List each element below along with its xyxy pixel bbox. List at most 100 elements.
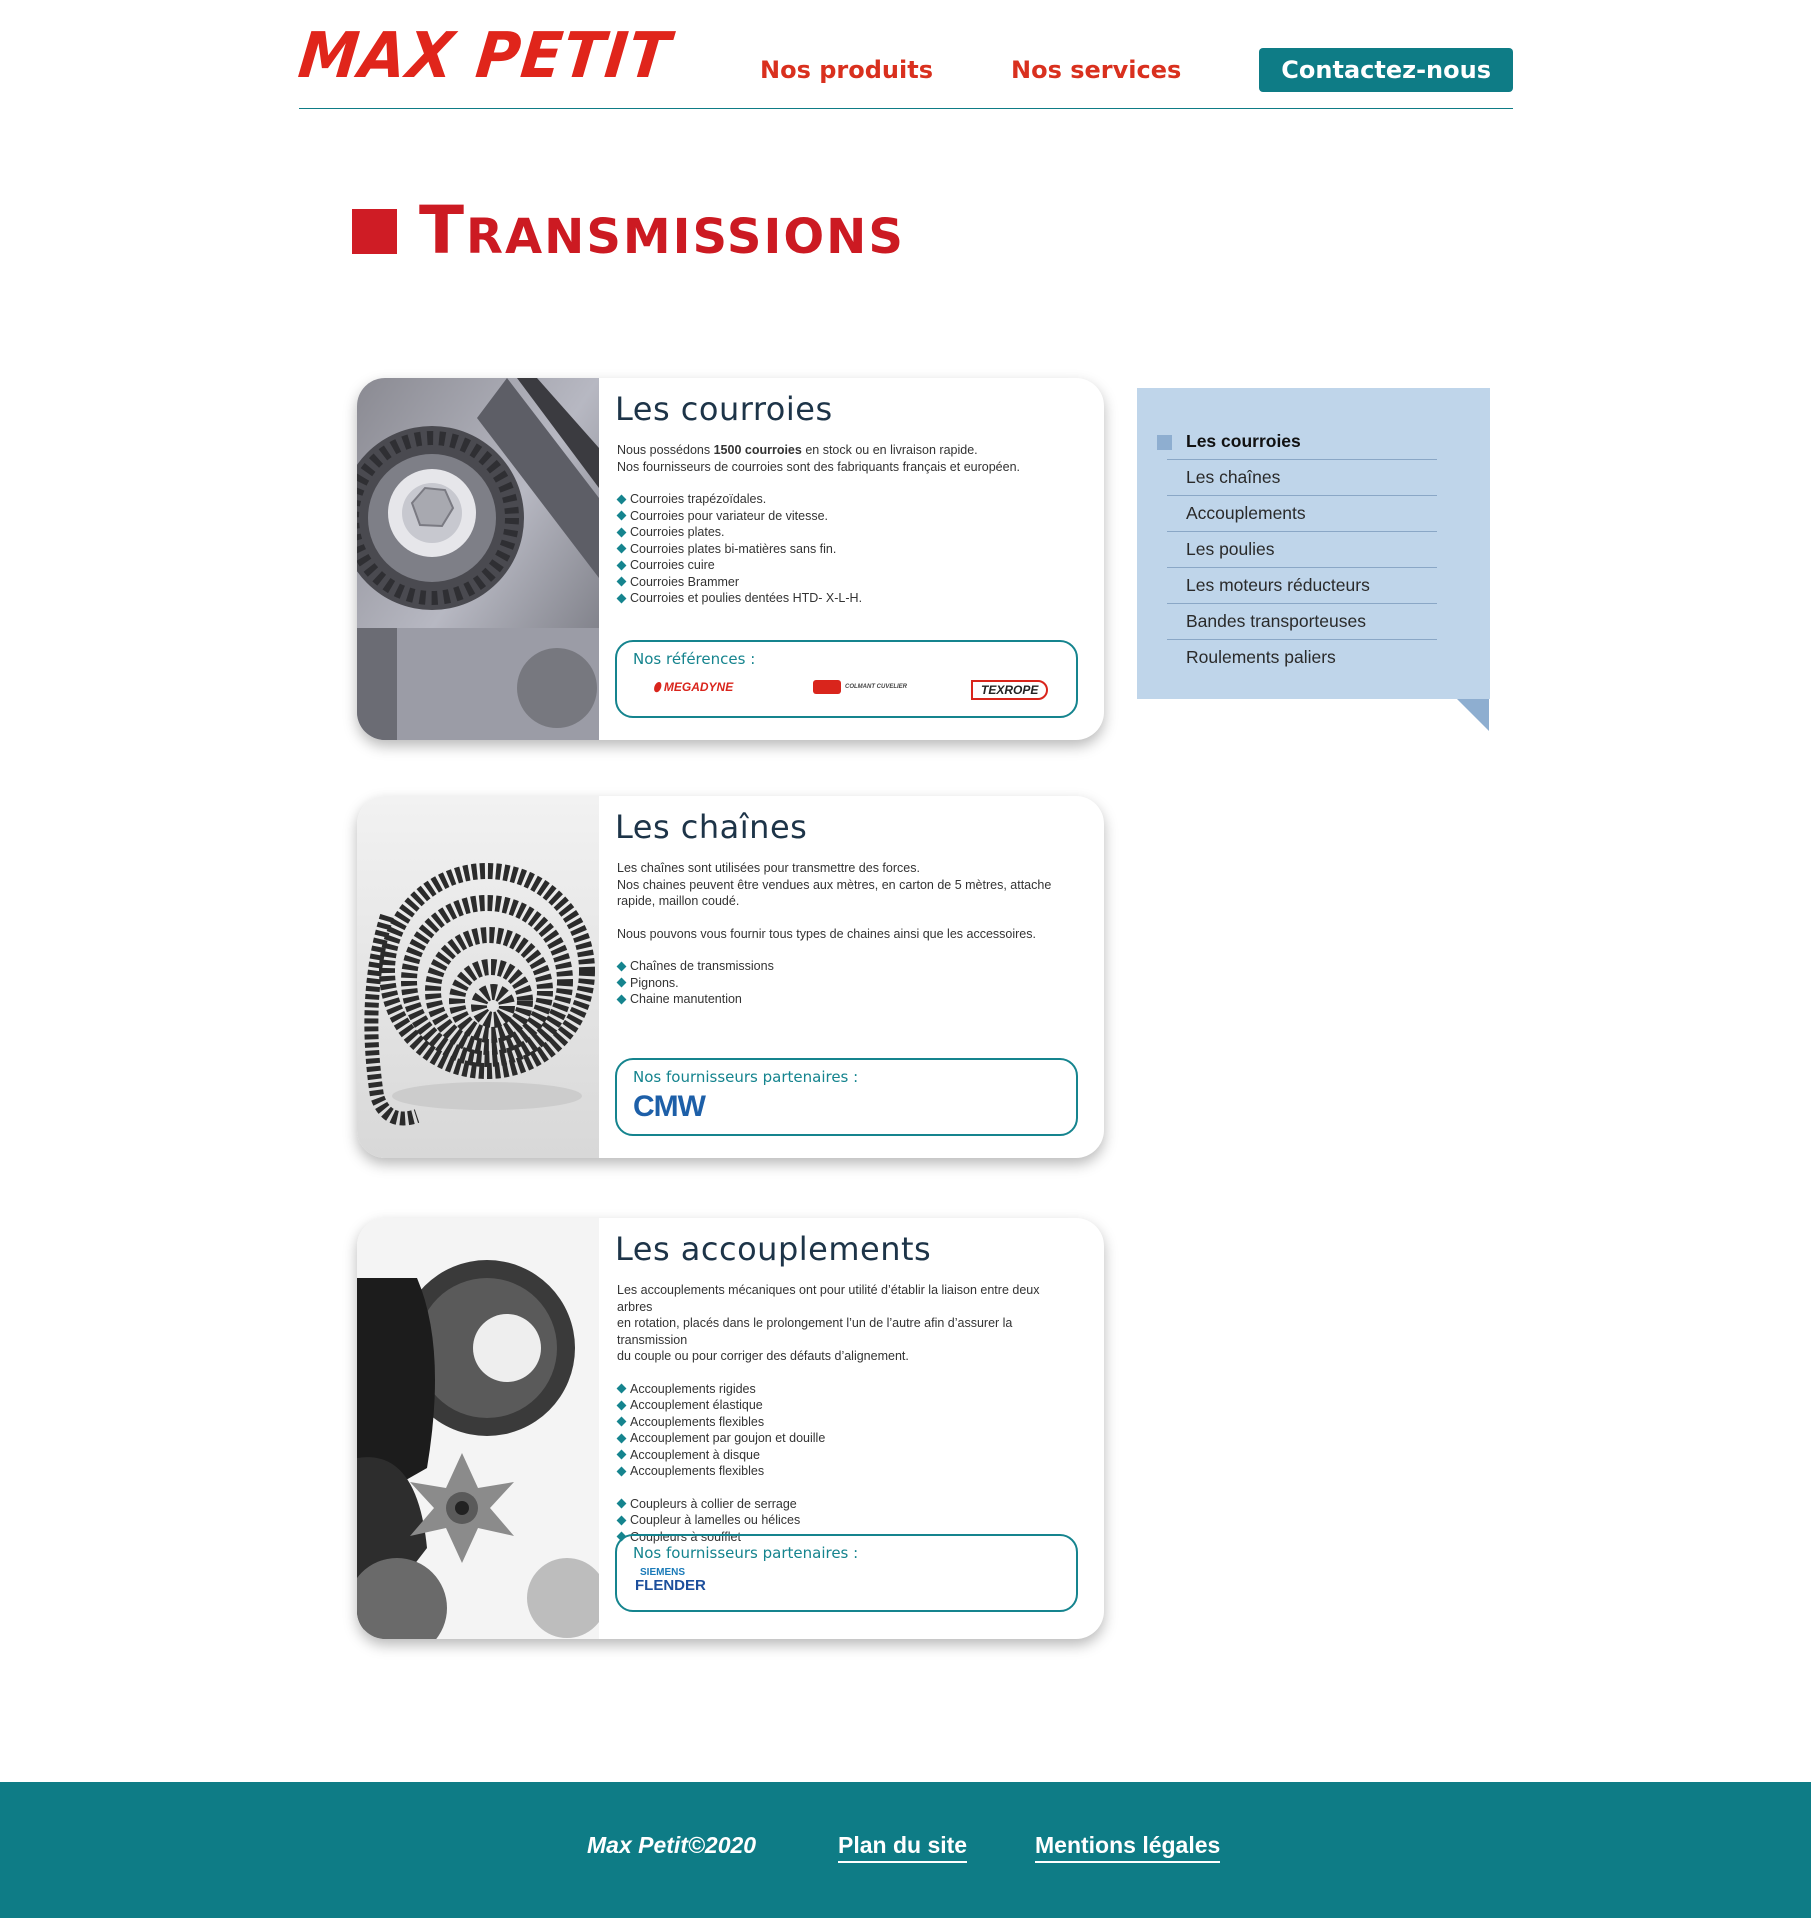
partners-box: Nos fournisseurs partenaires : SIEMENS F… (615, 1534, 1078, 1612)
partners-box: Nos fournisseurs partenaires : CMW (615, 1058, 1078, 1136)
list-item: Courroies plates. (616, 524, 1078, 541)
site-logo[interactable]: MAX PETIT (295, 19, 674, 93)
diamond-bullet-icon (616, 1383, 627, 1394)
references-box: Nos références : ⬮ MEGADYNE COLMANT CUVE… (615, 640, 1078, 718)
card-title: Les chaînes (615, 808, 808, 846)
list-item-text: Coupleurs à collier de serrage (630, 1496, 797, 1511)
card-courroies-body: Les courroies Nous possédons 1500 courro… (615, 378, 1078, 740)
chain-image (357, 796, 599, 1158)
colmant-logo-text: COLMANT CUVELIER (845, 684, 907, 690)
sidebar-item-chaines[interactable]: Les chaînes (1167, 460, 1437, 496)
title-rest: RANSMISSIONS (466, 209, 905, 265)
footer-link-plan-du-site[interactable]: Plan du site (838, 1832, 968, 1863)
list-item-text: Courroies plates bi-matières sans fin. (630, 541, 837, 556)
contact-button[interactable]: Contactez-nous (1259, 48, 1513, 92)
list-item: Chaînes de transmissions (616, 958, 1078, 975)
list-item: Accouplement à disque (616, 1447, 1078, 1464)
card-description: Nous possédons 1500 courroies en stock o… (615, 442, 1078, 607)
sidebar-item-poulies[interactable]: Les poulies (1167, 532, 1437, 568)
sidebar-item-label: Roulements paliers (1186, 647, 1336, 667)
list-item-text: Chaînes de transmissions (630, 959, 774, 973)
sidebar-item-label: Les chaînes (1186, 467, 1281, 487)
partners-title: Nos fournisseurs partenaires : (633, 1544, 859, 1562)
colmant-cuvelier-logo[interactable]: COLMANT CUVELIER (813, 680, 907, 694)
diamond-bullet-icon (616, 1400, 627, 1411)
megadyne-logo[interactable]: ⬮ MEGADYNE (653, 680, 733, 695)
sidebar-item-courroies[interactable]: Les courroies (1157, 424, 1437, 460)
belt-gear-image (357, 378, 599, 740)
paragraph: en rotation, placés dans le prolongement… (617, 1316, 1013, 1347)
page-title: TRANSMISSIONS (352, 198, 905, 264)
diamond-bullet-icon (616, 977, 627, 988)
paragraph: Les chaînes sont utilisées pour transmet… (617, 861, 920, 875)
card-accouplements-body: Les accouplements Les accouplements méca… (615, 1218, 1078, 1639)
siemens-flender-logo[interactable]: SIEMENS FLENDER (635, 1568, 706, 1594)
sidebar-item-moteurs-reducteurs[interactable]: Les moteurs réducteurs (1167, 568, 1437, 604)
diamond-bullet-icon (616, 527, 627, 538)
main-nav: Nos produits Nos services Contactez-nous (760, 48, 1513, 92)
list-item-text: Accouplements flexibles (630, 1414, 765, 1429)
diamond-bullet-icon (616, 994, 627, 1005)
list-item-text: Accouplements rigides (630, 1381, 756, 1396)
list-item: Accouplements flexibles (616, 1463, 1078, 1480)
list-item-text: Courroies cuire (630, 558, 715, 572)
paragraph: Nous pouvons vous fournir tous types de … (617, 926, 1036, 941)
partners-title: Nos fournisseurs partenaires : (633, 1068, 859, 1086)
list-item: Pignons. (616, 975, 1078, 992)
diamond-bullet-icon (616, 576, 627, 587)
sidebar-item-accouplements[interactable]: Accouplements (1167, 496, 1437, 532)
title-initial: T (419, 192, 467, 269)
list-item: Accouplements rigides (616, 1381, 1078, 1398)
active-square-icon (1157, 435, 1172, 450)
site-footer: Max Petit©2020 Plan du site Mentions lég… (0, 1782, 1811, 1918)
flender-logo-text: FLENDER (635, 1577, 706, 1594)
diamond-bullet-icon (616, 494, 627, 505)
list-item-text: Pignons. (630, 975, 679, 990)
diamond-bullet-icon (616, 560, 627, 571)
list-item-text: Courroies Brammer (630, 574, 740, 589)
sidebar-item-roulements-paliers[interactable]: Roulements paliers (1167, 640, 1437, 676)
list-item-text: Courroies plates. (630, 525, 725, 539)
intro-text: Nous possédons (617, 443, 714, 457)
sidebar-item-label: Les courroies (1186, 431, 1301, 451)
list-item: Courroies Brammer (616, 574, 1078, 591)
intro-bold: 1500 courroies (713, 443, 802, 457)
sidebar-list: Les courroies Les chaînes Accouplements … (1157, 424, 1437, 676)
diamond-bullet-icon (616, 1433, 627, 1444)
card-title: Les accouplements (615, 1230, 932, 1268)
list-item: Accouplements flexibles (616, 1414, 1078, 1431)
footer-link-mentions-legales[interactable]: Mentions légales (1035, 1832, 1221, 1863)
texrope-logo-text: TEXROPE (981, 683, 1039, 697)
card-courroies: Les courroies Nous possédons 1500 courro… (357, 378, 1104, 740)
list-item-text: Courroies pour variateur de vitesse. (630, 508, 829, 523)
list-item-text: Accouplement élastique (630, 1398, 763, 1412)
diamond-bullet-icon (616, 1449, 627, 1460)
list-item: Accouplement élastique (616, 1397, 1078, 1414)
sidebar-item-bandes-transporteuses[interactable]: Bandes transporteuses (1167, 604, 1437, 640)
list-item-text: Coupleur à lamelles ou hélices (630, 1513, 801, 1527)
sidebar-item-label: Les moteurs réducteurs (1186, 575, 1370, 595)
list-item-text: Accouplements flexibles (630, 1464, 765, 1478)
list-item: Courroies pour variateur de vitesse. (616, 508, 1078, 525)
list-item-text: Accouplement par goujon et douille (630, 1431, 826, 1445)
page-title-text: TRANSMISSIONS (419, 198, 905, 264)
title-square-icon (352, 208, 397, 254)
list-item: Coupleurs à collier de serrage (616, 1496, 1078, 1513)
diamond-bullet-icon (616, 1515, 627, 1526)
list-item-text: Accouplement à disque (630, 1447, 760, 1462)
diamond-bullet-icon (616, 510, 627, 521)
nav-link-services[interactable]: Nos services (1011, 56, 1181, 84)
paragraph: Nos chaines peuvent être vendues aux mèt… (617, 877, 1052, 892)
coupling-image (357, 1218, 607, 1639)
nav-link-produits[interactable]: Nos produits (760, 56, 933, 84)
card-chaines: Les chaînes Les chaînes sont utilisées p… (357, 796, 1104, 1158)
sidebar-item-label: Les poulies (1186, 539, 1275, 559)
paragraph: du couple ou pour corriger des défauts d… (617, 1349, 909, 1363)
card-title: Les courroies (615, 390, 833, 428)
footer-copyright: Max Petit©2020 (587, 1832, 757, 1858)
cmw-logo[interactable]: CMW (633, 1090, 706, 1124)
texrope-logo[interactable]: TEXROPE (971, 680, 1049, 700)
list-item: Courroies cuire (616, 557, 1078, 574)
list-item: Chaine manutention (616, 991, 1078, 1008)
diamond-bullet-icon (616, 1416, 627, 1427)
